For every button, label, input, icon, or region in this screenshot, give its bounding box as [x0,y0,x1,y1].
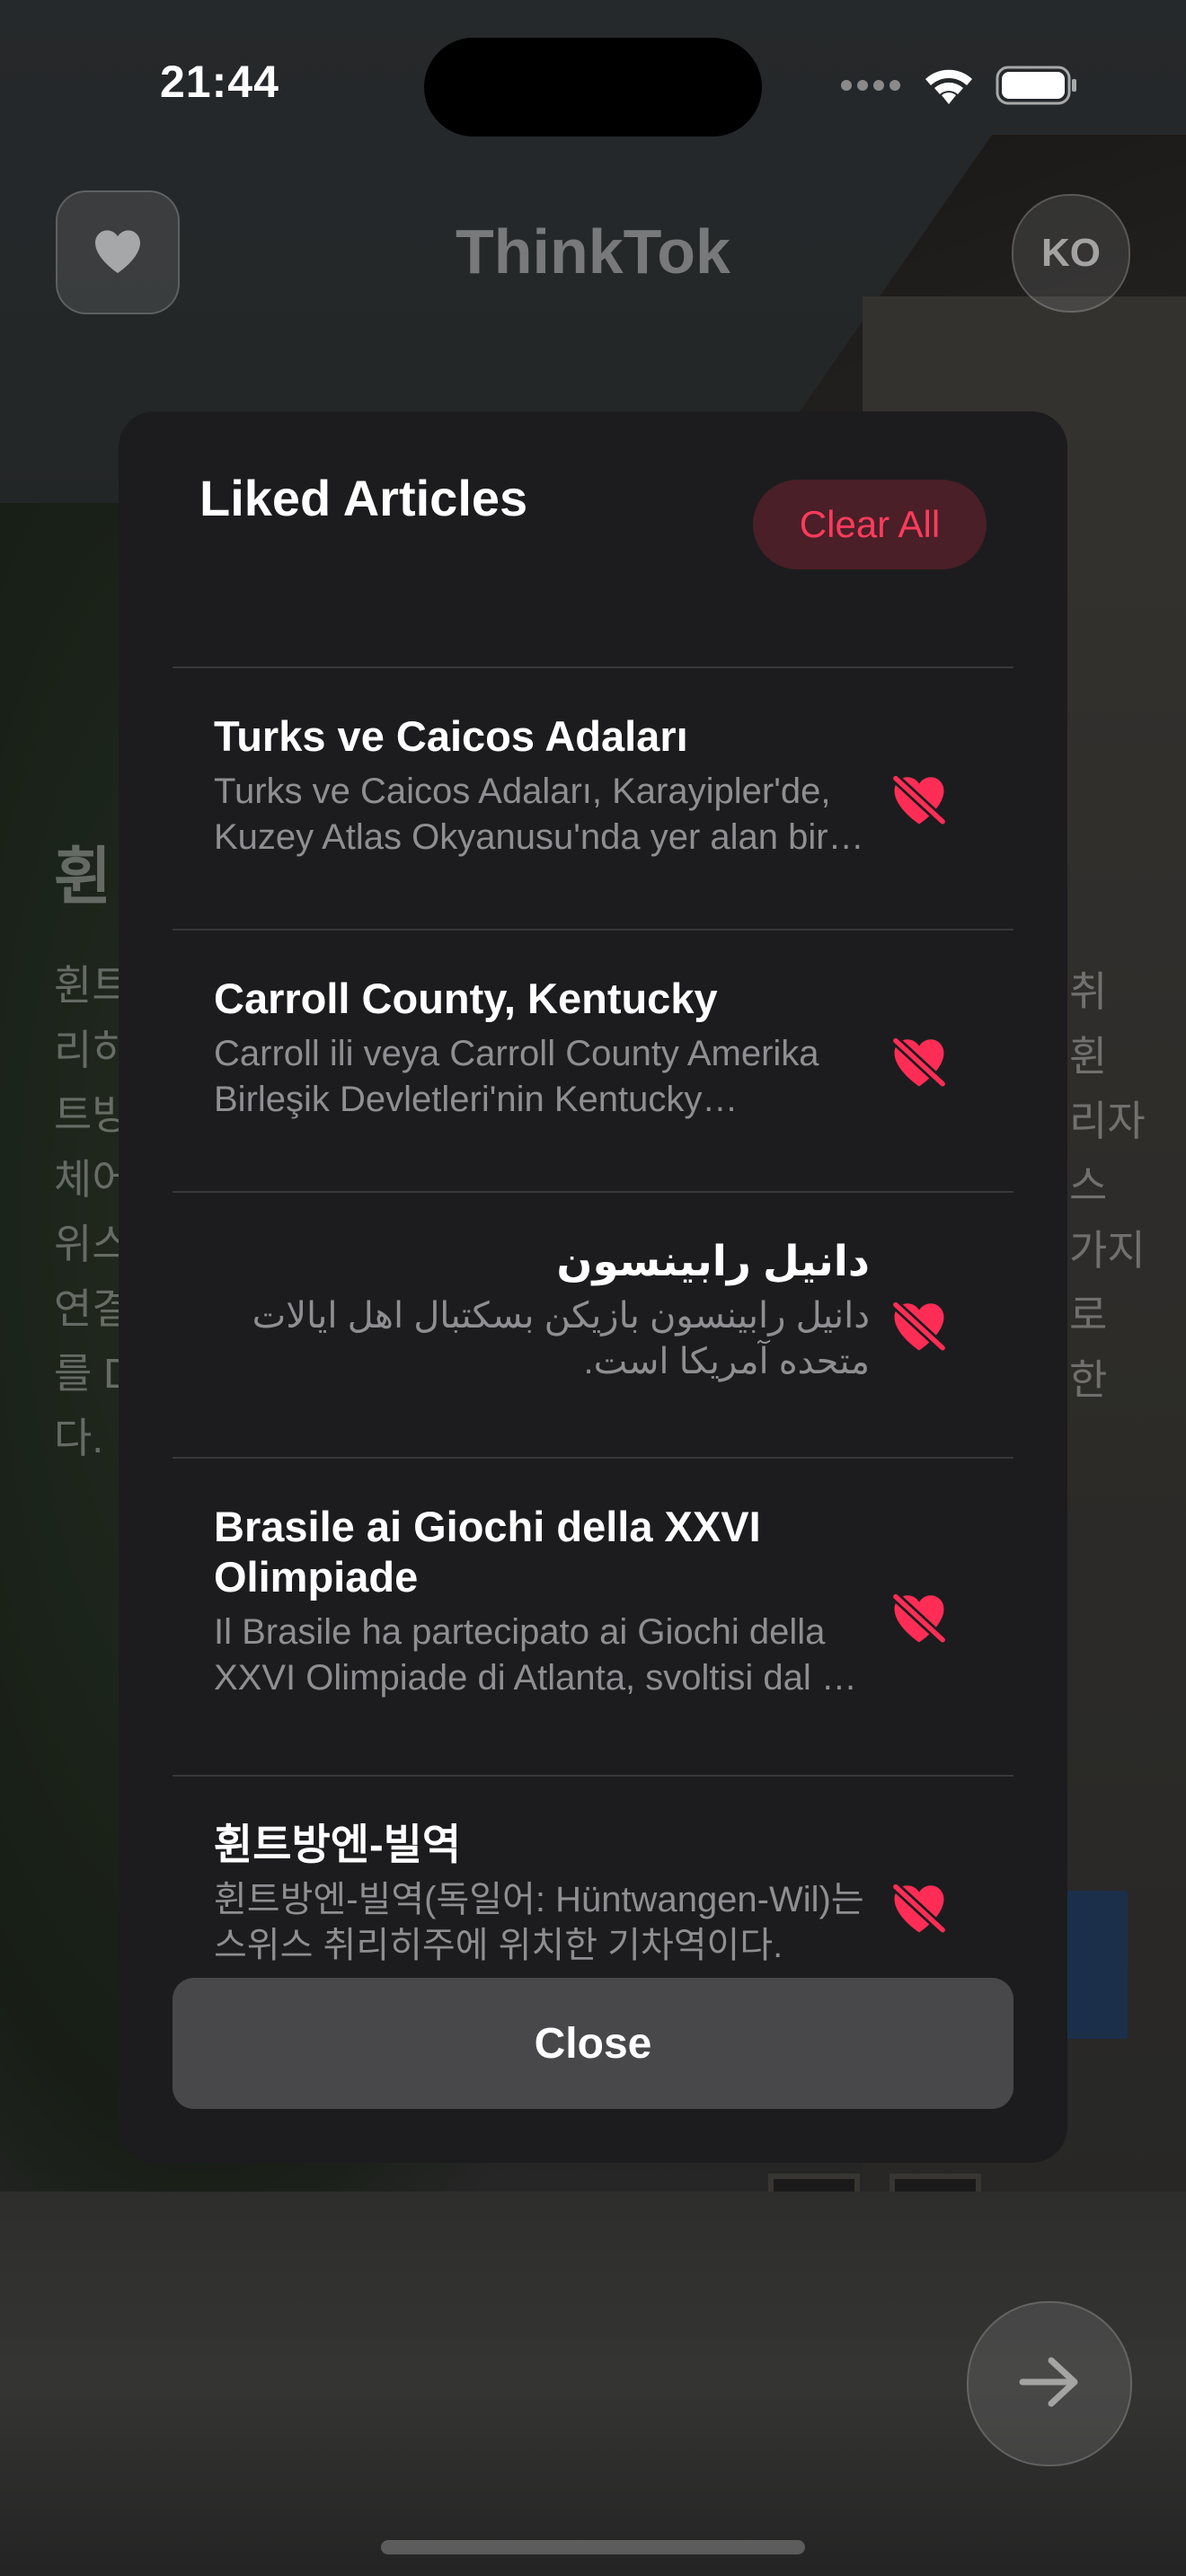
close-button[interactable]: Close [173,1978,1013,2109]
article-line-fragment: 한 [1069,1356,1108,1403]
liked-article-title: Turks ve Caicos Adaları [214,712,688,760]
unlike-heart-slash-icon[interactable] [888,1586,951,1649]
unlike-heart-slash-icon[interactable] [888,1294,951,1357]
liked-article-description: دانیل رابینسون بازیکن بسکتبال اهل ایالات… [252,1296,870,1381]
wifi-icon [922,65,976,110]
arrow-right-icon [1017,2355,1082,2413]
liked-article-item[interactable]: Turks ve Caicos Adaları Turks ve Caicos A… [173,668,1013,931]
status-icons [839,65,1078,110]
dynamic-island [424,38,762,137]
liked-article-title: Carroll County, Kentucky [214,975,718,1022]
liked-article-item[interactable]: دانیل رابینسون دانیل رابینسون بازیکن بسکت… [173,1193,1013,1459]
article-line-fragment: 취 [1069,968,1108,1015]
liked-article-description: 휜트방엔-빌역(독일어: Hüntwangen-Wil)는 스위스 취리히주에 … [214,1880,864,1965]
article-line-fragment: 스 [1069,1162,1108,1209]
liked-article-title: دانیل رابینسون [556,1237,870,1284]
article-line-fragment: 휜 [1069,1033,1108,1080]
signal-icon [839,78,902,97]
battery-icon [996,66,1078,110]
liked-article-title: Brasile ai Giochi della XXVI Olimpiade [214,1503,761,1601]
liked-articles-list: Turks ve Caicos Adaları Turks ve Caicos A… [173,666,1013,2039]
article-right-fragments: 취 휜리자스가지로 한 [1069,959,1146,1412]
app-title: ThinkTok [456,216,730,287]
article-line-fragment: 로 [1069,1292,1108,1338]
next-article-button[interactable] [967,2301,1132,2466]
liked-articles-modal: Liked Articles Clear All Turks ve Caicos… [119,411,1067,2163]
liked-article-title: 휜트방엔-빌역 [214,1821,462,1868]
unlike-heart-slash-icon[interactable] [888,768,951,831]
modal-title: Liked Articles [199,470,528,526]
status-time: 21:44 [160,57,279,107]
liked-article-item[interactable]: Brasile ai Giochi della XXVI Olimpiade Il… [173,1459,1013,1777]
unlike-heart-slash-icon[interactable] [888,1876,951,1939]
article-line-fragment: 가지 [1069,1227,1146,1274]
language-button[interactable]: KO [1012,194,1130,313]
unlike-heart-slash-icon[interactable] [888,1030,951,1093]
liked-article-description: Turks ve Caicos Adaları, Karayipler'de, … [214,772,831,857]
article-line-fragment: 리자 [1069,1098,1146,1144]
liked-article-item[interactable]: Carroll County, Kentucky Carroll ili veya… [173,931,1013,1193]
home-indicator[interactable] [381,2540,805,2554]
liked-article-description: Carroll ili veya Carroll County Amerika … [214,1034,819,1119]
clear-all-button[interactable]: Clear All [753,480,987,569]
liked-article-description: Il Brasile ha partecipato ai Giochi dell… [214,1612,862,1698]
